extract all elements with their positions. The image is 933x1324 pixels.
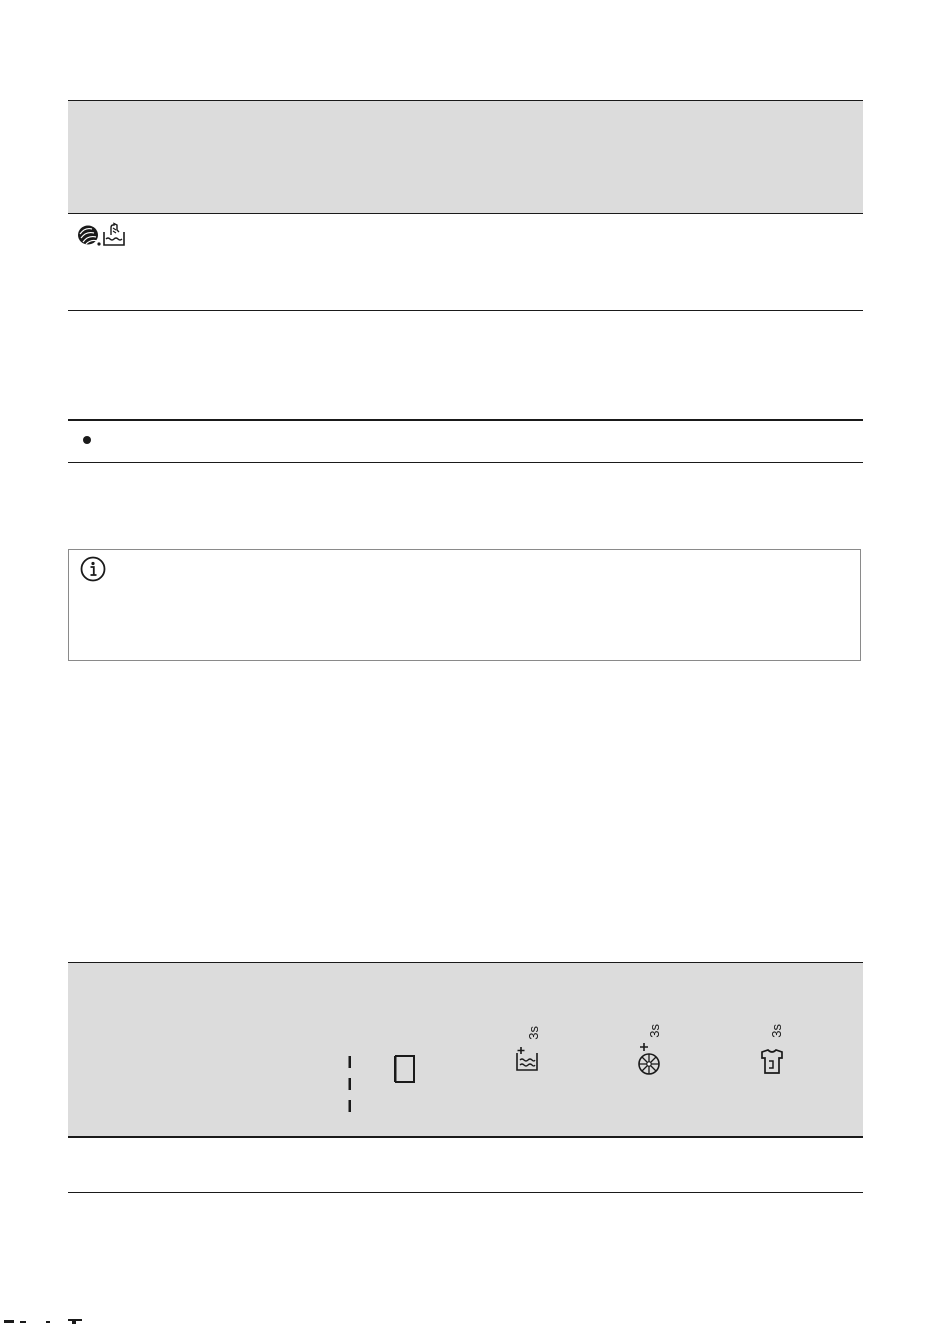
display-table-header-rule [68, 1136, 863, 1138]
table-section-rule [68, 419, 863, 421]
wool-icon [78, 225, 101, 246]
bullet-dot [83, 436, 91, 444]
child-lock-icon [638, 1043, 660, 1075]
child-lock-duration: 3s [647, 1024, 662, 1038]
indicator-dashes-icon [348, 1056, 351, 1112]
table-header-rule [68, 213, 863, 214]
page-footer-fragment [4, 1319, 82, 1324]
table-top-rule [68, 100, 863, 101]
table-bottom-rule [68, 462, 863, 463]
table-row-rule [68, 310, 863, 311]
hand-wash-icon [103, 222, 125, 246]
extra-rinse-duration: 3s [526, 1026, 541, 1040]
prewash-duration: 3s [769, 1024, 784, 1038]
display-table-top-rule [68, 962, 863, 963]
door-icon [394, 1055, 415, 1083]
extra-rinse-icon [516, 1047, 538, 1071]
display-table-bottom-rule [68, 1192, 863, 1193]
display-table-header-band [68, 962, 863, 1137]
prewash-icon [761, 1049, 783, 1074]
info-icon [80, 556, 106, 582]
table-header-band [68, 100, 863, 214]
info-note-box [68, 549, 861, 661]
